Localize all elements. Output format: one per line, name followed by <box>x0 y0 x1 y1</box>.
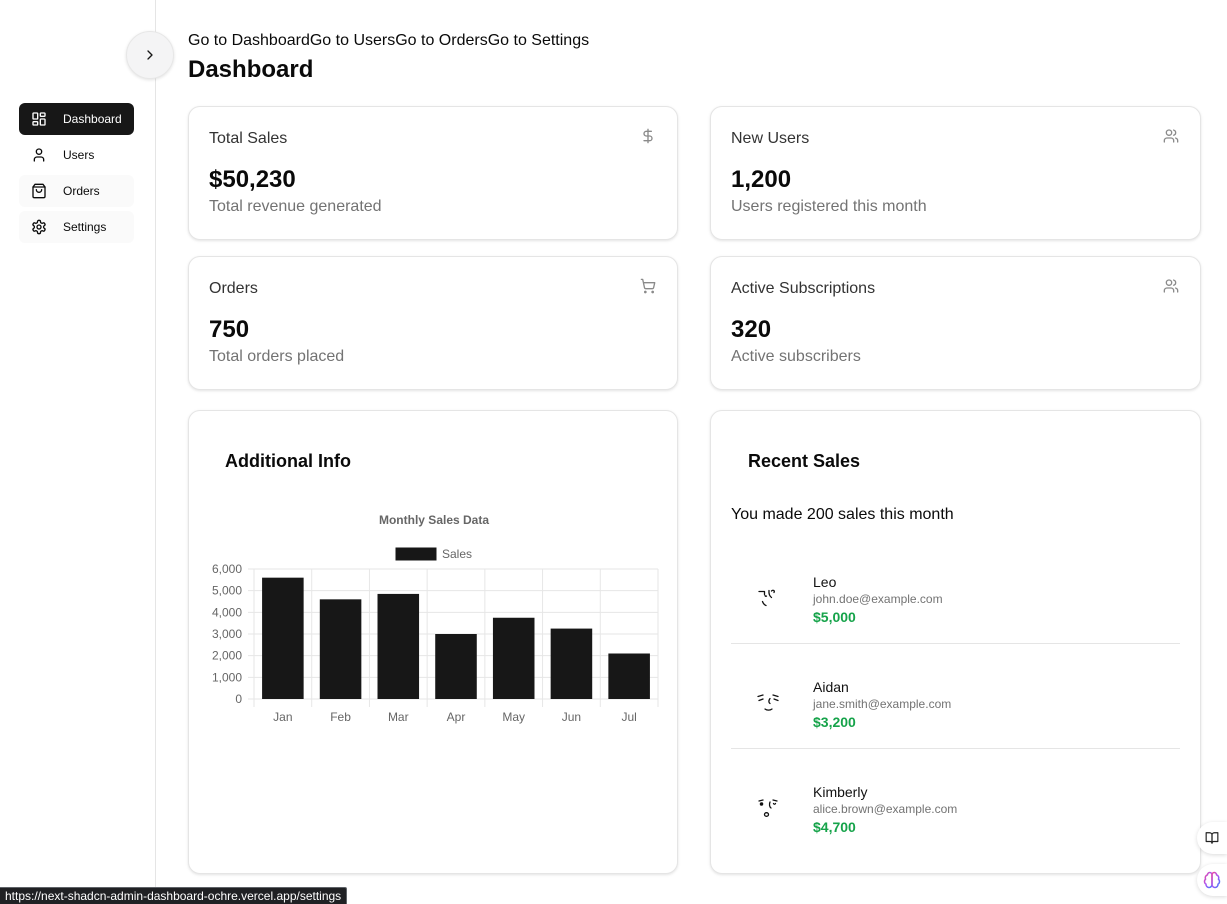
sale-amount: $5,000 <box>813 609 856 625</box>
layout-dashboard-icon <box>31 111 47 127</box>
bar-may <box>492 617 535 699</box>
nav-link-dashboard[interactable]: Go to Dashboard <box>188 32 310 49</box>
customer-email: jane.smith@example.com <box>813 697 952 711</box>
brain-extension-button[interactable] <box>1197 864 1227 896</box>
list-item: Kimberly alice.brown@example.com $4,700 <box>731 749 1180 854</box>
stat-card-total-sales: Total Sales $50,230 Total revenue genera… <box>188 106 678 240</box>
x-tick-label: Jun <box>562 710 581 724</box>
customer-email: alice.brown@example.com <box>813 802 958 816</box>
avatar <box>754 792 786 824</box>
y-tick-label: 1,000 <box>212 670 242 684</box>
bar-mar <box>377 593 420 699</box>
x-tick-label: May <box>502 710 525 724</box>
bar-jan <box>262 577 304 699</box>
y-tick-label: 6,000 <box>212 562 242 576</box>
browser-status-url: https://next-shadcn-admin-dashboard-ochr… <box>0 887 348 904</box>
recent-sales-list: Leo john.doe@example.com $5,000 Aidan ja… <box>731 539 1180 854</box>
shopping-bag-icon <box>31 183 47 199</box>
stat-description: Active subscribers <box>731 348 861 365</box>
x-tick-label: Mar <box>388 710 409 724</box>
avatar <box>754 687 786 719</box>
stat-title: Total Sales <box>209 130 288 147</box>
stat-value: 320 <box>731 316 772 343</box>
nav-link-settings[interactable]: Go to Settings <box>488 32 589 49</box>
recent-sales-card: Recent Sales You made 200 sales this mon… <box>710 410 1201 874</box>
sidebar-item-label: Users <box>63 148 95 162</box>
chevron-right-icon <box>147 50 153 60</box>
list-item: Aidan jane.smith@example.com $3,200 <box>731 644 1180 749</box>
gear-icon <box>31 219 47 235</box>
nav-link-orders[interactable]: Go to Orders <box>395 32 487 49</box>
sidebar-item-label: Settings <box>63 220 107 234</box>
stat-card-orders: Orders 750 Total orders placed <box>188 256 678 390</box>
list-item: Leo john.doe@example.com $5,000 <box>731 539 1180 644</box>
stat-title: Orders <box>209 280 258 297</box>
stat-value: 1,200 <box>731 166 792 193</box>
sidebar-nav: Dashboard Users Orders Settings <box>19 103 134 247</box>
x-tick-label: Jul <box>621 710 636 724</box>
stat-card-active-subscriptions: Active Subscriptions 320 Active subscrib… <box>710 256 1201 390</box>
avatar <box>754 582 786 614</box>
y-tick-label: 4,000 <box>212 605 242 619</box>
monthly-sales-bar-chart: Monthly Sales Data Sales 0 1,000 2,000 3,00… <box>212 513 659 724</box>
dollar-sign-icon <box>640 128 656 144</box>
customer-name: Aidan <box>813 679 849 695</box>
card-title: Recent Sales <box>748 451 861 471</box>
x-tick-label: Feb <box>330 710 351 724</box>
sidebar-toggle-button[interactable] <box>126 31 174 79</box>
shopping-cart-icon <box>640 278 656 294</box>
bar-feb <box>319 599 362 699</box>
sidebar-item-label: Dashboard <box>63 112 122 126</box>
sidebar-item-orders[interactable]: Orders <box>19 175 134 207</box>
brain-icon <box>1203 871 1221 889</box>
stat-description: Total revenue generated <box>209 198 382 215</box>
legend-swatch <box>395 547 437 561</box>
additional-info-card: Additional Info Monthly Sales Data Sales… <box>188 410 678 874</box>
bar-jun <box>550 628 593 699</box>
sidebar-item-settings[interactable]: Settings <box>19 211 134 243</box>
y-tick-label: 2,000 <box>212 649 242 663</box>
card-title: Additional Info <box>225 451 351 471</box>
book-extension-button[interactable] <box>1197 822 1227 854</box>
y-tick-label: 3,000 <box>212 627 242 641</box>
legend-label: Sales <box>442 547 472 561</box>
page-title: Dashboard <box>188 56 314 83</box>
customer-name: Kimberly <box>813 784 868 800</box>
users-icon <box>1163 278 1179 294</box>
bar-jul <box>608 653 650 699</box>
sale-amount: $4,700 <box>813 819 856 835</box>
stat-value: 750 <box>209 316 250 343</box>
y-tick-label: 5,000 <box>212 584 242 598</box>
customer-name: Leo <box>813 574 837 590</box>
sidebar-item-label: Orders <box>63 184 100 198</box>
nav-link-users[interactable]: Go to Users <box>310 32 395 49</box>
sidebar-item-users[interactable]: Users <box>19 139 134 171</box>
stat-description: Total orders placed <box>209 348 345 365</box>
x-tick-label: Apr <box>447 710 466 724</box>
sidebar-item-dashboard[interactable]: Dashboard <box>19 103 134 135</box>
customer-email: john.doe@example.com <box>813 592 943 606</box>
book-open-icon <box>1205 832 1219 844</box>
top-nav-links: Go to DashboardGo to UsersGo to OrdersGo… <box>188 31 589 51</box>
users-icon <box>1163 128 1179 144</box>
stat-description: Users registered this month <box>731 198 927 215</box>
bar-apr <box>435 634 477 699</box>
sidebar: Dashboard Users Orders Settings <box>0 0 156 904</box>
stat-card-new-users: New Users 1,200 Users registered this mo… <box>710 106 1201 240</box>
stat-value: $50,230 <box>209 166 296 193</box>
user-icon <box>31 147 47 163</box>
x-tick-label: Jan <box>273 710 292 724</box>
y-tick-label: 0 <box>235 692 242 706</box>
sales-summary: You made 200 sales this month <box>731 506 954 523</box>
stat-title: New Users <box>731 130 810 147</box>
chart-title: Monthly Sales Data <box>379 513 489 527</box>
stat-title: Active Subscriptions <box>731 280 876 297</box>
sale-amount: $3,200 <box>813 714 856 730</box>
